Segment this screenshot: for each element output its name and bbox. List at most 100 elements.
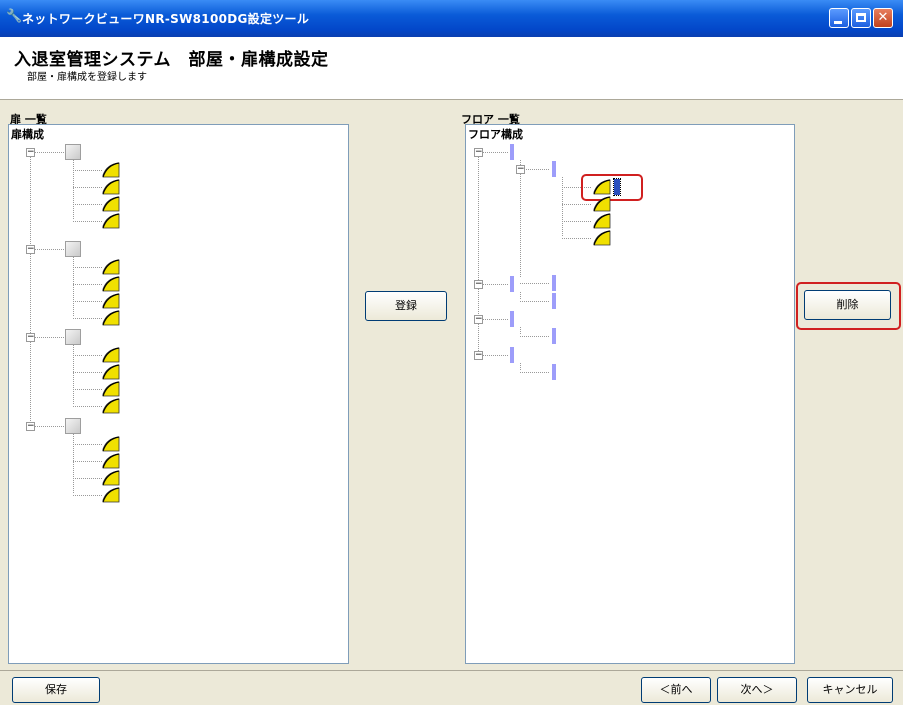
door-icon — [592, 213, 614, 229]
tree-line — [478, 289, 479, 316]
maximize-button[interactable] — [851, 8, 871, 28]
tree-line — [478, 324, 479, 352]
door-tree[interactable]: − − − − — [9, 125, 348, 663]
page-title: 入退室管理システム 部屋・扉構成設定 — [14, 50, 329, 70]
tree-line — [483, 355, 509, 356]
tree-line — [73, 444, 103, 445]
tree-line — [73, 204, 103, 205]
door-icon — [101, 470, 123, 486]
tree-line — [73, 221, 103, 222]
room-node[interactable] — [552, 293, 556, 309]
collapse-toggle[interactable]: − — [26, 245, 35, 254]
tree-line — [524, 169, 550, 170]
tree-line — [35, 426, 65, 427]
save-button[interactable]: 保存 — [12, 677, 100, 703]
tree-line — [73, 187, 103, 188]
tree-line — [562, 177, 563, 237]
door-icon — [101, 310, 123, 326]
tree-line — [73, 372, 103, 373]
prev-button-label: ＜前へ — [659, 683, 693, 696]
tree-line — [520, 283, 550, 284]
tree-line — [520, 372, 550, 373]
room-node[interactable] — [552, 275, 556, 291]
save-button-label: 保存 — [45, 683, 67, 696]
door-icon — [101, 259, 123, 275]
cancel-button-label: キャンセル — [822, 683, 878, 696]
title-bar[interactable]: 🔧 ネットワークビューワNR-SW8100DG設定ツール ✕ — [0, 0, 903, 37]
tree-line — [73, 267, 103, 268]
door-icon — [101, 276, 123, 292]
tree-line — [520, 363, 521, 371]
door-icon — [101, 162, 123, 178]
tree-line — [520, 327, 521, 335]
collapse-toggle[interactable]: − — [474, 315, 483, 324]
close-button[interactable]: ✕ — [873, 8, 893, 28]
tree-line — [73, 406, 103, 407]
tree-line — [73, 355, 103, 356]
door-tree-panel[interactable]: 扉構成 − − − − — [8, 124, 349, 664]
tree-line — [73, 284, 103, 285]
tree-line — [73, 257, 74, 317]
tree-line — [73, 495, 103, 496]
window-title: ネットワークビューワNR-SW8100DG設定ツール — [22, 12, 310, 26]
room-node[interactable] — [552, 328, 556, 344]
tree-line — [35, 337, 65, 338]
close-icon: ✕ — [877, 10, 889, 25]
tree-line — [520, 301, 550, 302]
tree-line — [30, 157, 31, 246]
collapse-toggle[interactable]: − — [26, 422, 35, 431]
door-icon — [101, 398, 123, 414]
next-button-label: 次へ＞ — [740, 683, 774, 696]
next-button[interactable]: 次へ＞ — [717, 677, 797, 703]
page-header: 入退室管理システム 部屋・扉構成設定 部屋・扉構成を登録します — [0, 37, 903, 100]
tree-line — [562, 204, 592, 205]
tree-line — [30, 342, 31, 423]
door-icon — [101, 196, 123, 212]
collapse-toggle[interactable]: − — [474, 280, 483, 289]
delete-button[interactable]: 削除 — [804, 290, 891, 320]
tree-line — [73, 389, 103, 390]
floor-tree[interactable]: − − − − − — [466, 125, 794, 663]
door-icon — [101, 487, 123, 503]
floor-node[interactable] — [510, 347, 514, 363]
device-icon — [65, 418, 81, 434]
device-icon — [65, 241, 81, 257]
device-icon — [65, 144, 81, 160]
floor-node[interactable] — [510, 144, 514, 160]
delete-button-label: 削除 — [836, 298, 859, 311]
tree-line — [483, 152, 509, 153]
door-icon — [101, 364, 123, 380]
floor-node[interactable] — [510, 276, 514, 292]
collapse-toggle[interactable]: − — [26, 333, 35, 342]
door-icon — [101, 453, 123, 469]
prev-button[interactable]: ＜前へ — [641, 677, 711, 703]
tree-line — [73, 478, 103, 479]
minimize-button[interactable] — [829, 8, 849, 28]
tree-line — [73, 434, 74, 494]
collapse-toggle[interactable]: − — [474, 351, 483, 360]
floor-node[interactable] — [510, 311, 514, 327]
cancel-button[interactable]: キャンセル — [807, 677, 893, 703]
tree-line — [520, 160, 521, 278]
room-node[interactable] — [552, 161, 556, 177]
tree-line — [562, 238, 592, 239]
tree-line — [483, 284, 509, 285]
tree-line — [520, 336, 550, 337]
collapse-toggle[interactable]: − — [474, 148, 483, 157]
door-icon — [101, 293, 123, 309]
device-icon — [65, 329, 81, 345]
tree-line — [73, 170, 103, 171]
maximize-icon — [856, 13, 866, 22]
door-icon — [101, 179, 123, 195]
register-button[interactable]: 登録 — [365, 291, 447, 321]
collapse-toggle[interactable]: − — [26, 148, 35, 157]
bottom-bar: 保存 ＜前へ 次へ＞ キャンセル — [0, 670, 903, 705]
tree-line — [520, 292, 521, 300]
door-icon — [592, 230, 614, 246]
tree-line — [73, 160, 74, 220]
tree-line — [478, 157, 479, 281]
door-icon — [101, 347, 123, 363]
room-node[interactable] — [552, 364, 556, 380]
floor-tree-panel[interactable]: フロア構成 − − − − − — [465, 124, 795, 664]
tree-line — [35, 152, 65, 153]
